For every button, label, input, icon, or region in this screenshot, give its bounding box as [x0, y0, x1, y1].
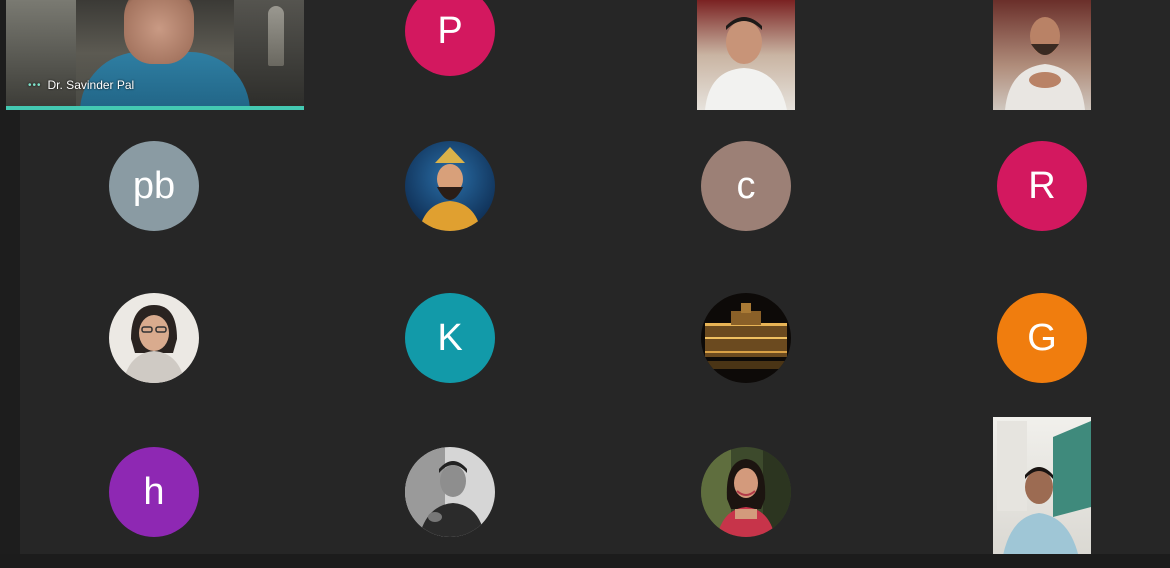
participant-video-tile[interactable] — [697, 0, 795, 110]
participant-avatar-h[interactable]: h — [109, 447, 199, 537]
background-trophy — [268, 6, 284, 66]
participant-photo-avatar[interactable] — [405, 447, 495, 537]
participant-avatar-k[interactable]: K — [405, 293, 495, 383]
participant-avatar-r[interactable]: R — [997, 141, 1087, 231]
speaker-name-text: Dr. Savinder Pal — [47, 78, 135, 92]
grid-bottom-edge — [0, 554, 1170, 568]
participant-avatar-g[interactable]: G — [997, 293, 1087, 383]
portrait-image — [405, 141, 495, 231]
avatar-initial: K — [437, 316, 463, 359]
avatar-initial: pb — [132, 164, 176, 207]
participant-video-tile[interactable] — [993, 0, 1091, 110]
participant-avatar-c[interactable]: c — [701, 141, 791, 231]
avatar-initial: c — [736, 164, 756, 207]
landmark-image — [701, 293, 791, 383]
participant-video-frame — [697, 0, 795, 110]
avatar-initial: R — [1028, 164, 1056, 207]
avatar-initial: G — [1027, 316, 1057, 359]
active-speaker-tile[interactable]: ••• Dr. Savinder Pal — [6, 0, 304, 110]
participant-photo-avatar[interactable] — [405, 141, 495, 231]
participant-video-frame — [993, 417, 1091, 568]
portrait-image — [701, 447, 791, 537]
participant-photo-avatar[interactable] — [701, 447, 791, 537]
participant-video-frame — [993, 0, 1091, 110]
participant-photo-avatar[interactable] — [109, 293, 199, 383]
avatar-initial: h — [143, 470, 165, 513]
meeting-grid: ••• Dr. Savinder Pal P pb c R K G h — [0, 0, 1170, 568]
participant-video-tile[interactable] — [993, 417, 1091, 568]
speaker-face — [124, 0, 194, 64]
participant-photo-avatar[interactable] — [701, 293, 791, 383]
speaker-name-label: ••• Dr. Savinder Pal — [28, 78, 134, 92]
avatar-initial: P — [437, 9, 463, 52]
participant-avatar-p[interactable]: P — [405, 0, 495, 76]
portrait-image — [109, 293, 199, 383]
speaking-indicator-icon: ••• — [28, 79, 42, 91]
portrait-image — [405, 447, 495, 537]
participant-avatar-pb[interactable]: pb — [109, 141, 199, 231]
